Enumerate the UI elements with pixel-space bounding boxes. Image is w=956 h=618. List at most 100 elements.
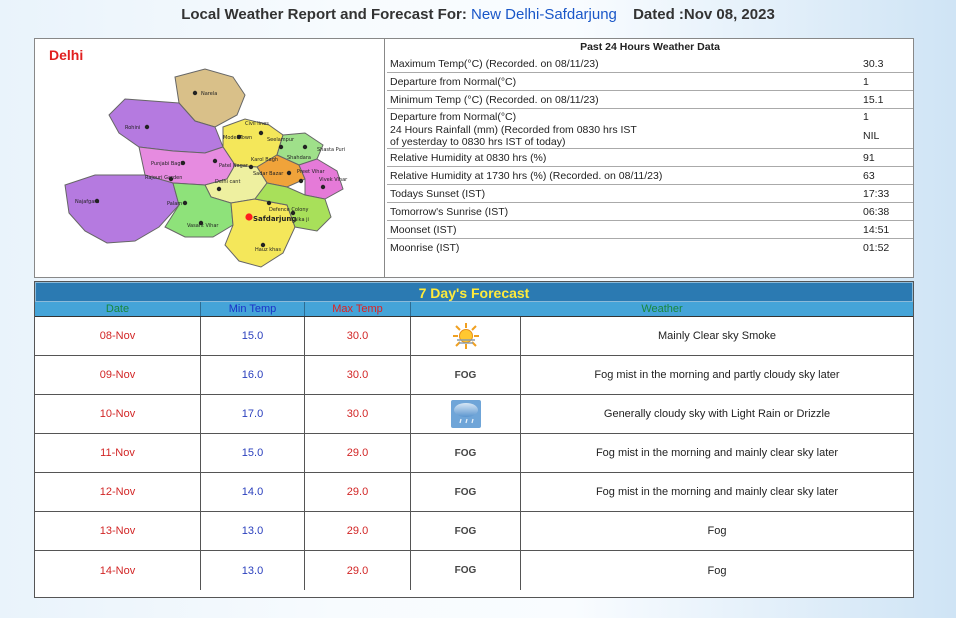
forecast-min-temp: 15.0 [201, 317, 305, 355]
forecast-row: 12-Nov 14.0 29.0 FOG Fog mist in the mor… [35, 473, 913, 512]
forecast-min-temp: 15.0 [201, 434, 305, 472]
forecast-row: 09-Nov 16.0 30.0 FOG Fog mist in the mor… [35, 356, 913, 395]
delhi-district-map: Narela Rohini Model Town Civil lines See… [64, 68, 348, 268]
past-24-heading: Past 24 Hours Weather Data [580, 41, 720, 53]
fog-icon: FOG [411, 512, 521, 550]
map-label-1: Rohini [125, 125, 140, 131]
past-row-max-temp: Maximum Temp(°C) (Recorded. on 08/11/23)… [387, 55, 913, 73]
fog-icon-text: FOG [454, 486, 477, 498]
past-value: 15.1 [863, 94, 884, 106]
fog-icon: FOG [411, 434, 521, 472]
past-label: Minimum Temp (°C) (Recorded. on 08/11/23… [390, 94, 599, 106]
map-label-9: Preet Vihar [297, 169, 326, 175]
forecast-date: 12-Nov [35, 473, 201, 511]
forecast-min-temp: 14.0 [201, 473, 305, 511]
sun-haze-icon [411, 317, 521, 355]
fog-icon: FOG [411, 473, 521, 511]
forecast-row: 13-Nov 13.0 29.0 FOG Fog [35, 512, 913, 551]
past-label: Moonrise (IST) [390, 242, 460, 254]
forecast-max-temp: 29.0 [305, 473, 411, 511]
forecast-max-temp: 29.0 [305, 551, 411, 590]
fog-icon-text: FOG [454, 447, 477, 459]
forecast-row: 11-Nov 15.0 29.0 FOG Fog mist in the mor… [35, 434, 913, 473]
map-label-19: Shasta Puri [317, 147, 345, 153]
past-label: Departure from Normal(°C) [390, 111, 517, 123]
map-label-16: Safdarjung [253, 215, 296, 223]
past-value: 63 [863, 170, 875, 182]
forecast-date: 11-Nov [35, 434, 201, 472]
col-max-header: Max Temp [305, 302, 411, 316]
col-weather-header: Weather [641, 303, 683, 315]
forecast-min-temp: 13.0 [201, 551, 305, 590]
forecast-date: 09-Nov [35, 356, 201, 394]
forecast-date: 10-Nov [35, 395, 201, 433]
past-row-humidity-0830: Relative Humidity at 0830 hrs (%) 91 [387, 149, 913, 167]
past-value: 17:33 [863, 188, 890, 200]
past-row-min-temp: Minimum Temp (°C) (Recorded. on 08/11/23… [387, 91, 913, 109]
forecast-weather: Fog [707, 564, 727, 577]
fog-icon: FOG [411, 356, 521, 394]
forecast-weather: Mainly Clear sky Smoke [658, 330, 776, 342]
forecast-min-temp: 13.0 [201, 512, 305, 550]
forecast-header-row: Date Min Temp Max Temp Weather [35, 302, 913, 317]
delhi-map: Delhi Narela Rohini Model Town Civil lin… [35, 39, 385, 277]
fog-icon: FOG [411, 551, 521, 590]
past-row-humidity-1730: Relative Humidity at 1730 hrs (%) (Recor… [387, 167, 913, 185]
past-label-line2: of yesterday to 0830 hrs IST of today) [390, 136, 566, 148]
map-label-0: Narela [201, 91, 217, 97]
fog-icon-text: FOG [454, 525, 477, 537]
forecast-row: 08-Nov 15.0 30.0 Mainly Clear sky Smoke [35, 317, 913, 356]
past-label: Maximum Temp(°C) (Recorded. on 08/11/23) [390, 58, 599, 70]
forecast-weather: Fog mist in the morning and mainly clear… [595, 447, 839, 459]
past-label: Relative Humidity at 1730 hrs (%) (Recor… [390, 170, 663, 182]
seven-day-forecast-table: 7 Day's Forecast Date Min Temp Max Temp … [34, 281, 914, 598]
fog-icon-text: FOG [454, 565, 477, 576]
map-label-3: Civil lines [245, 121, 269, 127]
past-value: 06:38 [863, 206, 890, 218]
map-label-8: Karol Bagh [251, 157, 278, 163]
forecast-max-temp: 29.0 [305, 434, 411, 472]
map-label-11: Delhi cant [215, 179, 240, 185]
forecast-date: 13-Nov [35, 512, 201, 550]
past-row-moonset: Moonset (IST) 14:51 [387, 221, 913, 239]
forecast-row: 10-Nov 17.0 30.0 Generally cloudy sky wi… [35, 395, 913, 434]
forecast-max-temp: 29.0 [305, 512, 411, 550]
forecast-row: 14-Nov 13.0 29.0 FOG Fog [35, 551, 913, 590]
past-row-rainfall: 24 Hours Rainfall (mm) (Recorded from 08… [387, 123, 913, 149]
forecast-min-temp: 16.0 [201, 356, 305, 394]
map-label-14: Palam [167, 201, 182, 207]
forecast-date: 14-Nov [35, 551, 201, 590]
map-label-6: Punjabi Bagh [151, 161, 184, 167]
col-date-header: Date [35, 302, 201, 316]
past-value: 91 [863, 152, 875, 164]
map-label-21: Sadar Bazar [253, 171, 284, 177]
past-value: 14:51 [863, 224, 890, 236]
col-min-header: Min Temp [201, 302, 305, 316]
past-label: Moonset (IST) [390, 224, 457, 236]
past-row-moonrise: Moonrise (IST) 01:52 [387, 239, 913, 257]
forecast-weather: Fog mist in the morning and mainly clear… [595, 486, 839, 498]
past-label: Departure from Normal(°C) [390, 76, 517, 88]
forecast-weather: Fog [707, 525, 727, 537]
map-label-4: Seelampur [267, 137, 295, 143]
map-label-7: Patel Nagar [219, 163, 249, 169]
forecast-title: 7 Day's Forecast [35, 282, 913, 302]
past-value: 01:52 [863, 242, 890, 254]
map-label-10: Rajouri Garden [145, 175, 182, 181]
title-prefix: Local Weather Report and Forecast For: [181, 6, 467, 23]
past-row-departure-min: Departure from Normal(°C) 1 [387, 109, 913, 123]
forecast-max-temp: 30.0 [305, 317, 411, 355]
past-value: 30.3 [863, 58, 884, 70]
page-title: Local Weather Report and Forecast For: N… [0, 6, 956, 23]
rain-cloud-icon [411, 395, 521, 433]
map-label-20: Vivek Vihar [319, 177, 348, 183]
current-weather-panel: Delhi Narela Rohini Model Town Civil lin… [34, 38, 914, 278]
past-label: Todays Sunset (IST) [390, 188, 486, 200]
past-row-sunset: Todays Sunset (IST) 17:33 [387, 185, 913, 203]
forecast-weather: Generally cloudy sky with Light Rain or … [603, 408, 831, 420]
forecast-max-temp: 30.0 [305, 356, 411, 394]
map-label-2: Model Town [223, 135, 252, 141]
forecast-weather: Fog mist in the morning and partly cloud… [594, 369, 840, 381]
fog-icon-text: FOG [454, 369, 477, 381]
map-label-5: Shahdara [287, 155, 311, 161]
